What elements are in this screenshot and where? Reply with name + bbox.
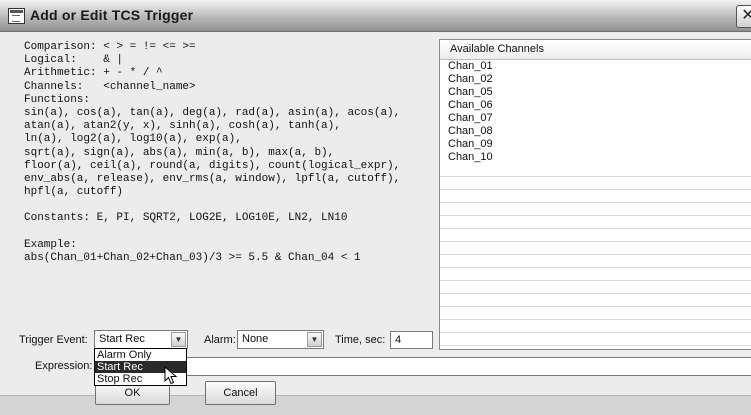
alarm-label: Alarm: [204,334,236,346]
mouse-pointer-icon [164,366,178,385]
channel-list-item[interactable]: Chan_08 [440,125,751,138]
help-line: hpfl(a, cutoff) [24,186,124,199]
help-line: abs(Chan_01+Chan_02+Chan_03)/3 >= 5.5 & … [24,252,361,264]
window-title: Add or Edit TCS Trigger [30,7,194,23]
available-channels-list[interactable]: Available Channels Chan_01 Chan_02 Chan_… [439,39,751,350]
title-bar[interactable]: Add or Edit TCS Trigger ✕ [0,0,751,32]
help-line [24,226,400,239]
help-line: Functions: [24,93,91,106]
help-line: Example: [24,238,77,251]
help-line: Constants: E, PI, SQRT2, LOG2E, LOG10E, … [24,212,348,225]
channel-list-item[interactable]: Chan_02 [440,73,751,86]
app-icon [8,8,25,24]
dialog-window: Add or Edit TCS Trigger ✕ Comparison: < … [0,0,751,415]
time-label: Time, sec: [335,334,386,346]
help-line: ln(a), log2(a), log10(a), exp(a), [24,133,242,146]
help-line: Logical: & | [24,54,124,67]
syntax-help-text: Comparison: < > = != <= >= Logical: & | … [24,41,400,265]
channel-list-item[interactable]: Chan_10 [440,151,751,164]
alarm-select[interactable]: None ▼ [237,330,324,349]
channel-list-item[interactable]: Chan_01 [440,60,751,73]
help-line: Arithmetic: + - * / ^ [24,67,163,80]
chevron-down-icon[interactable]: ▼ [171,332,186,347]
channel-list-item[interactable]: Chan_09 [440,138,751,151]
dropdown-option-alarm-only[interactable]: Alarm Only [95,349,186,361]
channel-list-item[interactable]: Chan_06 [440,99,751,112]
help-line: Channels: <channel_name> [24,80,196,93]
channels-column-header[interactable]: Available Channels [440,40,751,60]
help-line: env_abs(a, release), env_rms(a, window),… [24,172,401,185]
alarm-value: None [242,333,269,345]
channel-list-item[interactable]: Chan_05 [440,86,751,99]
help-line: Comparison: < > = != <= >= [24,41,196,53]
trigger-event-label: Trigger Event: [19,334,88,346]
expression-input[interactable] [185,357,751,376]
help-line: sqrt(a), sign(a), abs(a), min(a, b), max… [24,146,335,159]
channel-list-item[interactable]: Chan_07 [440,112,751,125]
expression-label: Expression: [35,360,93,372]
help-line: floor(a), ceil(a), round(a, digits), cou… [24,159,401,172]
help-line: atan(a), atan2(y, x), sinh(a), cosh(a), … [24,120,341,133]
time-seconds-input[interactable] [390,331,433,349]
trigger-event-select[interactable]: Start Rec ▼ [94,330,188,349]
close-button[interactable]: ✕ [736,5,751,28]
chevron-down-icon[interactable]: ▼ [307,332,322,347]
cancel-button[interactable]: Cancel [205,381,276,405]
help-line [24,199,400,212]
trigger-event-value: Start Rec [99,333,145,345]
help-line: sin(a), cos(a), tan(a), deg(a), rad(a), … [24,106,401,119]
